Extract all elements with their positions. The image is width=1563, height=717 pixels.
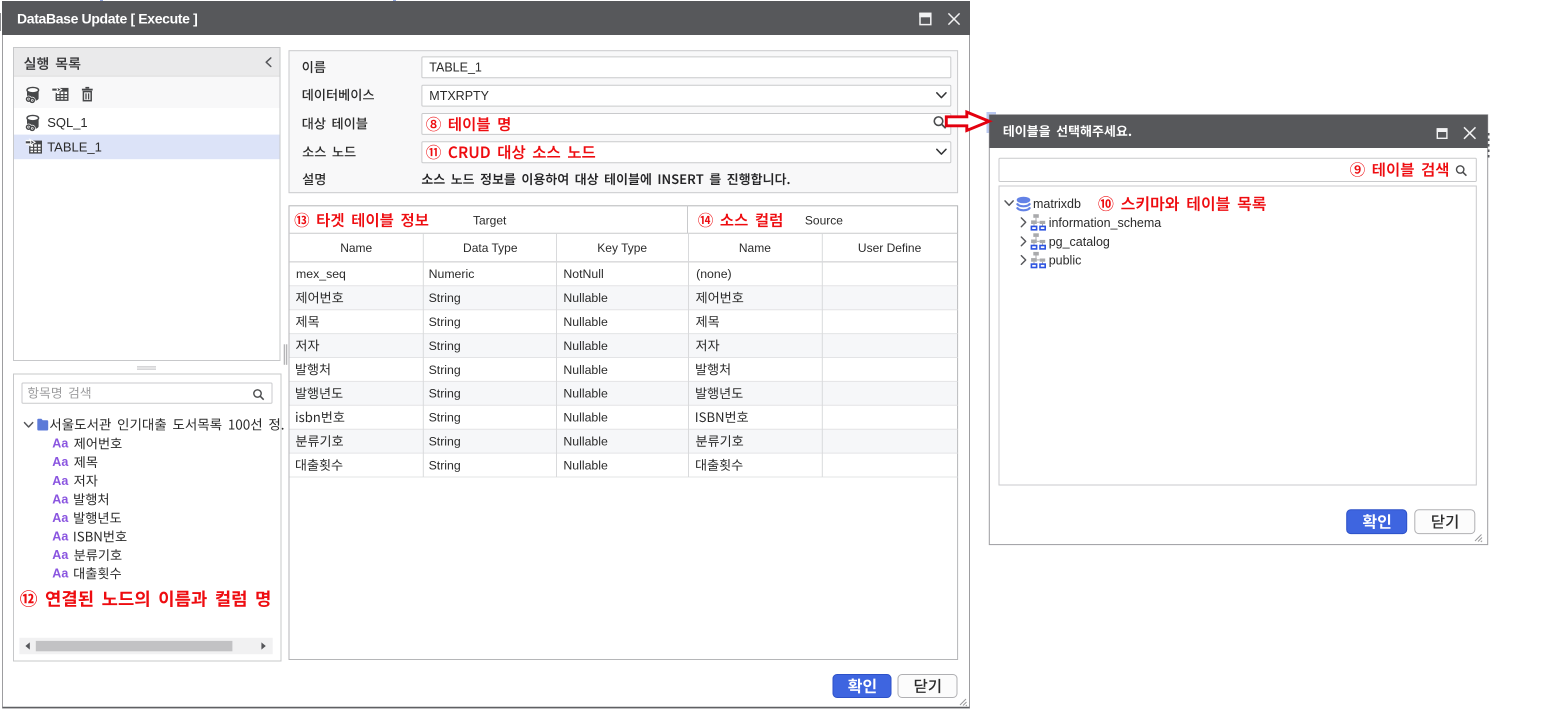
svg-text:TABLE_1: TABLE_1 bbox=[429, 61, 482, 75]
svg-text:Nullable: Nullable bbox=[563, 411, 608, 425]
svg-text:String: String bbox=[429, 387, 461, 401]
svg-text:Nullable: Nullable bbox=[563, 435, 608, 449]
svg-text:Aa: Aa bbox=[52, 511, 69, 525]
svg-text:MTXRPTY: MTXRPTY bbox=[429, 89, 489, 103]
svg-text:TABLE_1: TABLE_1 bbox=[47, 140, 102, 155]
svg-text:String: String bbox=[429, 363, 461, 377]
svg-text:Aa: Aa bbox=[52, 530, 69, 544]
svg-text:Aa: Aa bbox=[52, 567, 69, 581]
svg-text:Nullable: Nullable bbox=[563, 315, 608, 329]
svg-text:String: String bbox=[429, 339, 461, 353]
svg-text:Aa: Aa bbox=[52, 455, 69, 469]
svg-text:mex_seq: mex_seq bbox=[296, 267, 346, 281]
svg-text:Aa: Aa bbox=[52, 474, 69, 488]
svg-text:Data Type: Data Type bbox=[463, 241, 518, 255]
svg-text:String: String bbox=[429, 291, 461, 305]
svg-text:String: String bbox=[429, 458, 461, 472]
svg-text:Target: Target bbox=[473, 214, 507, 228]
svg-text:Aa: Aa bbox=[52, 492, 69, 506]
svg-text:String: String bbox=[429, 315, 461, 329]
svg-text:Name: Name bbox=[340, 241, 372, 255]
svg-text:Nullable: Nullable bbox=[563, 387, 608, 401]
svg-text:DataBase Update [ Execute ]: DataBase Update [ Execute ] bbox=[17, 11, 197, 27]
svg-text:Nullable: Nullable bbox=[563, 291, 608, 305]
svg-text:String: String bbox=[429, 411, 461, 425]
svg-text:User Define: User Define bbox=[858, 241, 922, 255]
svg-text:Aa: Aa bbox=[52, 437, 69, 451]
svg-text:information_schema: information_schema bbox=[1049, 216, 1162, 230]
svg-text:Source: Source bbox=[805, 214, 843, 228]
svg-text:Name: Name bbox=[739, 241, 771, 255]
svg-text:pg_catalog: pg_catalog bbox=[1049, 235, 1110, 249]
svg-text:matrixdb: matrixdb bbox=[1033, 197, 1081, 211]
svg-text:Nullable: Nullable bbox=[563, 363, 608, 377]
svg-text:Nullable: Nullable bbox=[563, 339, 608, 353]
svg-text:String: String bbox=[429, 435, 461, 449]
svg-text:SQL_1: SQL_1 bbox=[47, 115, 87, 130]
svg-text:Key Type: Key Type bbox=[597, 241, 647, 255]
svg-text:(none): (none) bbox=[696, 267, 732, 281]
svg-text:NotNull: NotNull bbox=[563, 267, 603, 281]
svg-text:Nullable: Nullable bbox=[563, 458, 608, 472]
svg-text:Numeric: Numeric bbox=[429, 267, 475, 281]
svg-text:public: public bbox=[1049, 254, 1082, 268]
svg-text:Aa: Aa bbox=[52, 548, 69, 562]
